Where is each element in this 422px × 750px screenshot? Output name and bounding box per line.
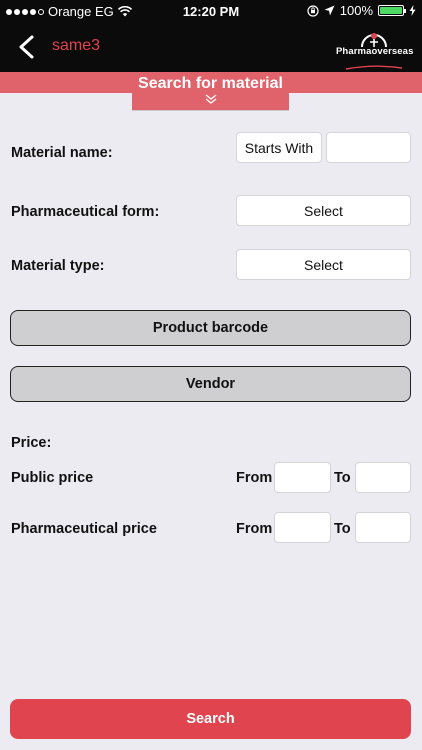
search-for-material-tab[interactable]: Search for material bbox=[132, 72, 289, 111]
pharmaceutical-price-label: Pharmaceutical price bbox=[11, 521, 157, 537]
pharmaceutical-price-from-input[interactable] bbox=[274, 512, 331, 543]
material-name-label: Material name: bbox=[11, 145, 113, 161]
back-arrow-icon[interactable] bbox=[14, 34, 40, 60]
material-type-label: Material type: bbox=[11, 258, 105, 274]
search-button[interactable]: Search bbox=[10, 699, 411, 739]
public-price-label: Public price bbox=[11, 470, 94, 486]
battery-icon bbox=[378, 5, 406, 16]
material-type-select[interactable]: Select bbox=[236, 249, 411, 280]
nav-title: same3 bbox=[52, 37, 101, 54]
public-price-to-label: To bbox=[334, 470, 351, 486]
pharmaceutical-price-to-label: To bbox=[334, 521, 351, 537]
public-price-from-input[interactable] bbox=[274, 462, 331, 493]
charging-icon bbox=[409, 5, 416, 16]
public-price-to-input[interactable] bbox=[355, 462, 411, 493]
material-name-input[interactable] bbox=[326, 132, 411, 163]
pharmaceutical-price-from-label: From bbox=[236, 521, 273, 537]
rotation-lock-icon bbox=[307, 4, 319, 17]
pharmaceutical-form-label: Pharmaceutical form: bbox=[11, 204, 160, 220]
pharmaceutical-form-select[interactable]: Select bbox=[236, 195, 411, 226]
price-label: Price: bbox=[11, 435, 52, 451]
pharmaceutical-price-to-input[interactable] bbox=[355, 512, 411, 543]
logo-emblem-icon bbox=[361, 33, 387, 48]
location-icon bbox=[324, 5, 335, 16]
status-bar: Orange EG 12:20 PM 100% bbox=[0, 0, 422, 22]
product-barcode-button[interactable]: Product barcode bbox=[10, 310, 411, 346]
logo-swoosh-icon bbox=[345, 65, 403, 70]
double-chevron-down-icon bbox=[205, 94, 216, 104]
status-right: 100% bbox=[307, 3, 416, 18]
logo-text: Pharmaoverseas bbox=[336, 46, 414, 57]
top-bar: Orange EG 12:20 PM 100% same3 Pharmaover… bbox=[0, 0, 422, 72]
public-price-from-label: From bbox=[236, 470, 273, 486]
search-tab-title: Search for material bbox=[138, 75, 283, 92]
battery-percent: 100% bbox=[339, 3, 373, 18]
pharmaoverseas-logo: Pharmaoverseas bbox=[336, 26, 414, 70]
starts-with-select[interactable]: Starts With bbox=[236, 132, 322, 163]
vendor-button[interactable]: Vendor bbox=[10, 366, 411, 402]
